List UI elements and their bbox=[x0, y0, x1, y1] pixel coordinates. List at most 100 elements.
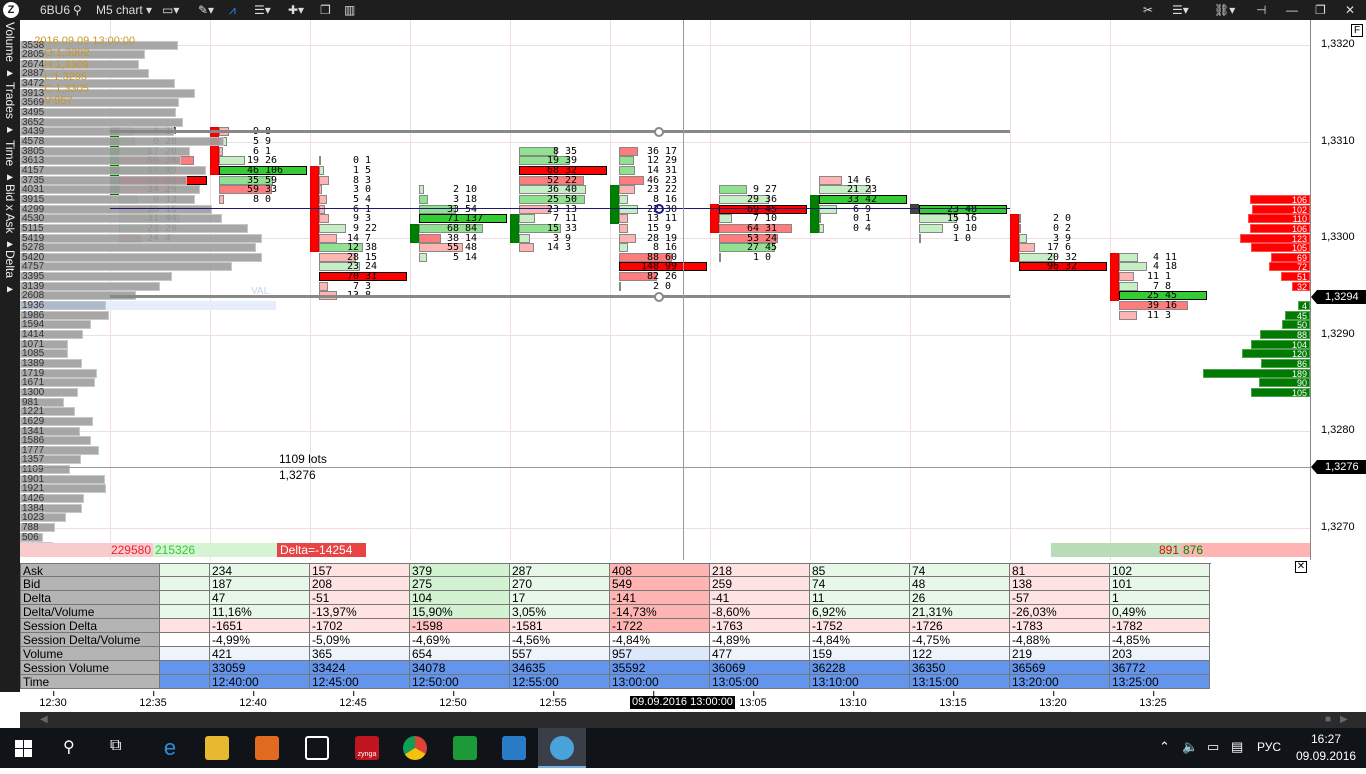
price-axis[interactable]: F 1,3320 1,3310 1,3300 1,3290 1,3280 1,3270 1… bbox=[1310, 20, 1366, 560]
task-view-icon[interactable]: ⧉ bbox=[110, 737, 121, 755]
line-chart-icon[interactable]: ⩘ bbox=[229, 3, 236, 17]
footprint-ask: 19 bbox=[665, 232, 678, 244]
tab-label: Time bbox=[3, 140, 17, 167]
table-cell: 104 bbox=[410, 591, 510, 605]
time-tick-label: 13:20 bbox=[1039, 691, 1067, 709]
volume-profile-value: 1594 bbox=[22, 319, 45, 331]
footprint-ask: 8 bbox=[1165, 280, 1172, 292]
p-app-icon[interactable] bbox=[502, 736, 526, 760]
table-row: Time 12:40:00 12:45:00 12:50:00 12:55:00 13:0… bbox=[20, 675, 1211, 689]
scroll-right-icon[interactable]: ▶ bbox=[1340, 714, 1348, 725]
range-handle-bottom[interactable] bbox=[654, 292, 664, 302]
search-icon[interactable]: ⚲ bbox=[73, 3, 82, 17]
range-handle-top[interactable] bbox=[654, 127, 664, 137]
tab-delta[interactable]: Delta ▸ bbox=[3, 250, 17, 295]
tab-bid-x-ask[interactable]: Bid x Ask ▸ bbox=[3, 184, 17, 251]
volume-profile-value: 3439 bbox=[22, 126, 45, 138]
link-icon[interactable]: ⛓▾ bbox=[1214, 3, 1235, 17]
network-icon[interactable]: ▭ bbox=[1207, 739, 1219, 755]
table-cell: 270 bbox=[510, 577, 610, 591]
table-cell: 477 bbox=[710, 647, 810, 661]
search-icon[interactable]: ⚲ bbox=[63, 737, 75, 757]
start-button[interactable] bbox=[15, 740, 32, 757]
footprint-bid: 36 bbox=[646, 145, 659, 157]
pencil-icon[interactable]: ✎▾ bbox=[198, 3, 214, 17]
app-logo[interactable]: Z bbox=[3, 2, 19, 18]
crosshair-add-icon[interactable]: ✚▾ bbox=[288, 3, 304, 17]
footprint-bid: 1 bbox=[952, 232, 959, 244]
symbol-label[interactable]: 6BU6 bbox=[40, 3, 70, 17]
media-player-icon[interactable] bbox=[255, 736, 279, 760]
notifications-icon[interactable]: ▤ bbox=[1231, 739, 1243, 755]
range-low-line[interactable] bbox=[110, 295, 1010, 298]
tab-trades[interactable]: Trades ▸ bbox=[3, 82, 17, 136]
trading-app-taskbar-button[interactable] bbox=[538, 728, 586, 768]
scroll-thumb[interactable]: ■ bbox=[1325, 714, 1331, 725]
table-cell: -1752 bbox=[810, 619, 910, 633]
monitor-icon[interactable]: ▭▾ bbox=[162, 3, 179, 17]
store-icon[interactable] bbox=[305, 736, 329, 760]
tab-volume[interactable]: Volume ▸ bbox=[3, 22, 17, 79]
close-table-button[interactable]: ✕ bbox=[1295, 561, 1307, 573]
chart-type-label: M5 chart bbox=[96, 3, 143, 17]
volume-profile-value: 1221 bbox=[22, 406, 45, 418]
footprint-ask: 2 bbox=[1065, 222, 1072, 234]
info-datetime: 2016.09.09 13:00:00 bbox=[34, 35, 136, 47]
zynga-icon[interactable]: zynga bbox=[355, 736, 379, 760]
row-label: Bid bbox=[20, 577, 160, 591]
range-high-line[interactable] bbox=[110, 130, 1010, 133]
volume-profile-value: 3395 bbox=[22, 271, 45, 283]
footprint-ask: 23 bbox=[865, 184, 878, 196]
vwap-handle[interactable] bbox=[654, 204, 664, 214]
indicators-icon[interactable]: ☰▾ bbox=[254, 3, 271, 17]
volume-profile-value: 1384 bbox=[22, 502, 45, 514]
volume-profile-bar bbox=[20, 262, 233, 272]
tray-chevron-icon[interactable]: ⌃ bbox=[1159, 739, 1170, 755]
volume-profile-bar bbox=[20, 243, 256, 253]
dom-bid-bar: 50 bbox=[1281, 320, 1310, 330]
layout-icon[interactable]: ▥ bbox=[344, 3, 355, 17]
table-cell: -1651 bbox=[210, 619, 310, 633]
pin-icon[interactable]: ⊣ bbox=[1256, 3, 1266, 17]
chrome-icon[interactable] bbox=[403, 736, 427, 760]
close-button[interactable]: ✕ bbox=[1345, 3, 1355, 17]
footprint-bid: 68 bbox=[446, 222, 459, 234]
list-menu-icon[interactable]: ☰▾ bbox=[1172, 3, 1189, 17]
footprint-bid: 6 bbox=[852, 203, 859, 215]
footprint-bid: 59 bbox=[246, 184, 259, 196]
minimize-button[interactable]: — bbox=[1286, 3, 1298, 17]
tab-time[interactable]: Time ▸ bbox=[3, 140, 17, 184]
time-axis[interactable]: 09.09.2016 13:00:00 12:30 12:35 12:40 12:45… bbox=[20, 690, 1310, 712]
time-tick-label: 12:35 bbox=[139, 691, 167, 709]
chart-type-dropdown[interactable]: M5 chart ▾ bbox=[96, 3, 152, 17]
restore-button[interactable]: ❐ bbox=[1315, 3, 1326, 17]
green-app-icon[interactable] bbox=[453, 736, 477, 760]
volume-profile-bar bbox=[20, 204, 212, 214]
table-cell: 12:45:00 bbox=[310, 675, 410, 689]
footprint-bid: 19 bbox=[546, 155, 559, 167]
footprint-ask: 16 bbox=[965, 213, 978, 225]
edge-icon[interactable]: e bbox=[158, 736, 182, 760]
footprint-ask: 3 bbox=[365, 213, 372, 225]
horizontal-scrollbar[interactable]: ◀ ■ ▶ bbox=[20, 712, 1366, 728]
footprint-bid: 7 bbox=[752, 213, 759, 225]
file-explorer-icon[interactable] bbox=[205, 736, 229, 760]
row-label: Session Delta bbox=[20, 619, 160, 633]
scroll-left-icon[interactable]: ◀ bbox=[40, 714, 48, 725]
language-indicator[interactable]: РУС bbox=[1257, 740, 1281, 754]
f-button[interactable]: F bbox=[1351, 24, 1363, 37]
clock-time[interactable]: 16:27 bbox=[1311, 732, 1341, 746]
footprint-bid: 25 bbox=[1146, 290, 1159, 302]
windows-icon[interactable]: ❐ bbox=[320, 3, 331, 17]
footprint-bid: 46 bbox=[246, 164, 259, 176]
dom-bid-bar: 4 bbox=[1298, 301, 1310, 311]
footprint-chart[interactable]: 2016.09.09 13:00:00 O:1,3302 H:1,3309 L:… bbox=[20, 20, 1310, 560]
table-cell: 12:55:00 bbox=[510, 675, 610, 689]
clock-date[interactable]: 09.09.2016 bbox=[1296, 749, 1356, 763]
volume-profile-value: 1341 bbox=[22, 425, 45, 437]
volume-icon[interactable]: 🔈 bbox=[1182, 739, 1198, 755]
table-cell: -4,89% bbox=[710, 633, 810, 647]
footprint-ask: 16 bbox=[1165, 300, 1178, 312]
footprint-ask: 45 bbox=[765, 242, 778, 254]
tools-icon[interactable]: ✂ bbox=[1143, 3, 1153, 17]
